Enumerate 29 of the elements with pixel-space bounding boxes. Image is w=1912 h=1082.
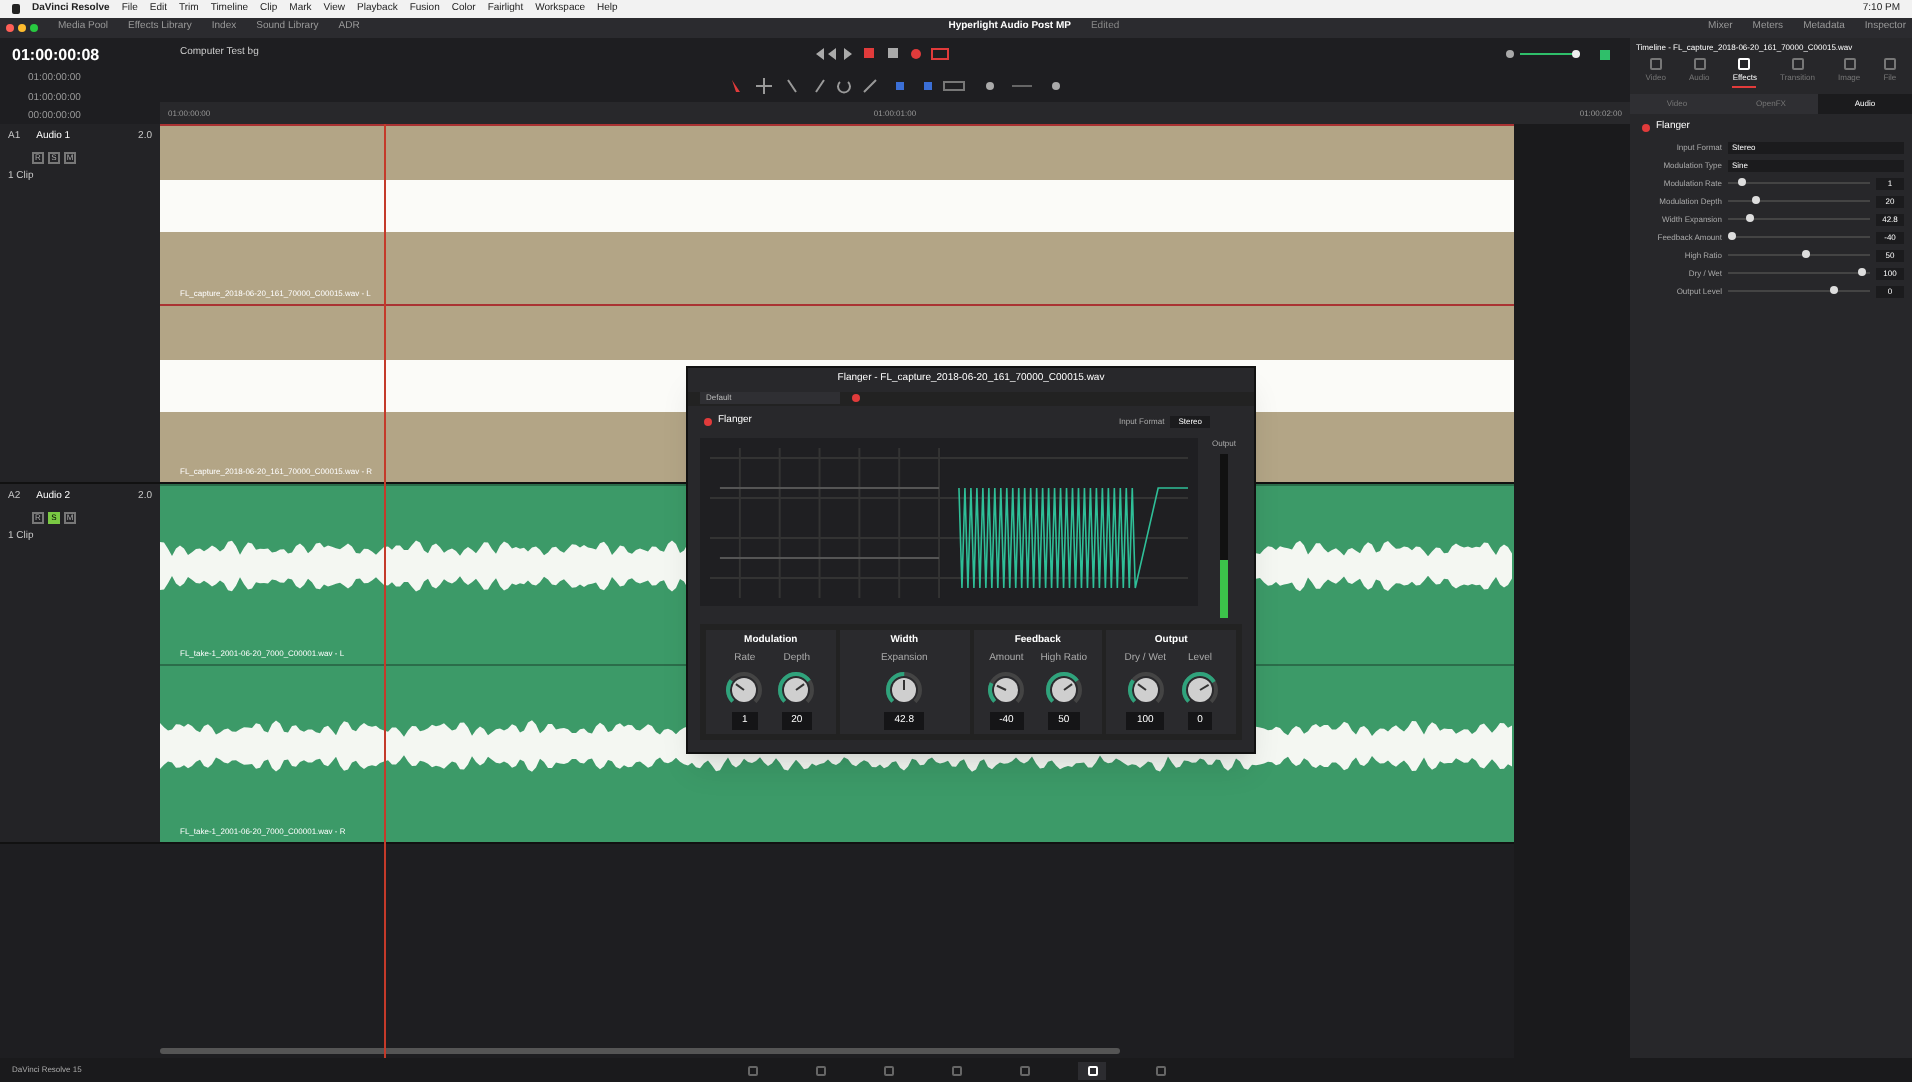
effect-enable-toggle[interactable]	[1642, 123, 1650, 132]
knob[interactable]	[784, 677, 809, 701]
slider-thumb[interactable]	[1830, 286, 1839, 294]
transport-controls-icon[interactable]	[811, 48, 952, 60]
volume-slider-icon[interactable]	[1504, 48, 1584, 60]
knob[interactable]	[1188, 677, 1212, 701]
knob[interactable]	[732, 677, 757, 701]
knob[interactable]	[892, 677, 917, 701]
page-tab-icon[interactable]	[1078, 1061, 1106, 1079]
apple-icon[interactable]	[12, 4, 20, 14]
edit-tools-icon[interactable]	[727, 78, 967, 94]
slider-thumb[interactable]	[1728, 232, 1737, 240]
timecode: 01:00:00:08	[12, 44, 102, 68]
knob[interactable]	[1133, 677, 1158, 701]
zoom-icon[interactable]	[30, 24, 38, 32]
minimize-icon[interactable]	[18, 24, 26, 32]
knob[interactable]	[994, 677, 1019, 701]
slider-thumb[interactable]	[1752, 196, 1761, 204]
marker-icon[interactable]	[983, 80, 1063, 92]
slider-thumb[interactable]	[1802, 250, 1811, 258]
close-icon[interactable]	[6, 24, 14, 32]
effect-enable-toggle[interactable]	[704, 418, 712, 427]
horizontal-scrollbar[interactable]	[160, 1048, 1120, 1054]
knob[interactable]	[1051, 677, 1076, 701]
slider-thumb[interactable]	[1745, 214, 1754, 222]
slider-thumb[interactable]	[1858, 268, 1867, 276]
status-indicator-icon	[1600, 49, 1610, 59]
slider-thumb[interactable]	[1738, 178, 1747, 186]
reset-icon[interactable]	[852, 394, 860, 403]
